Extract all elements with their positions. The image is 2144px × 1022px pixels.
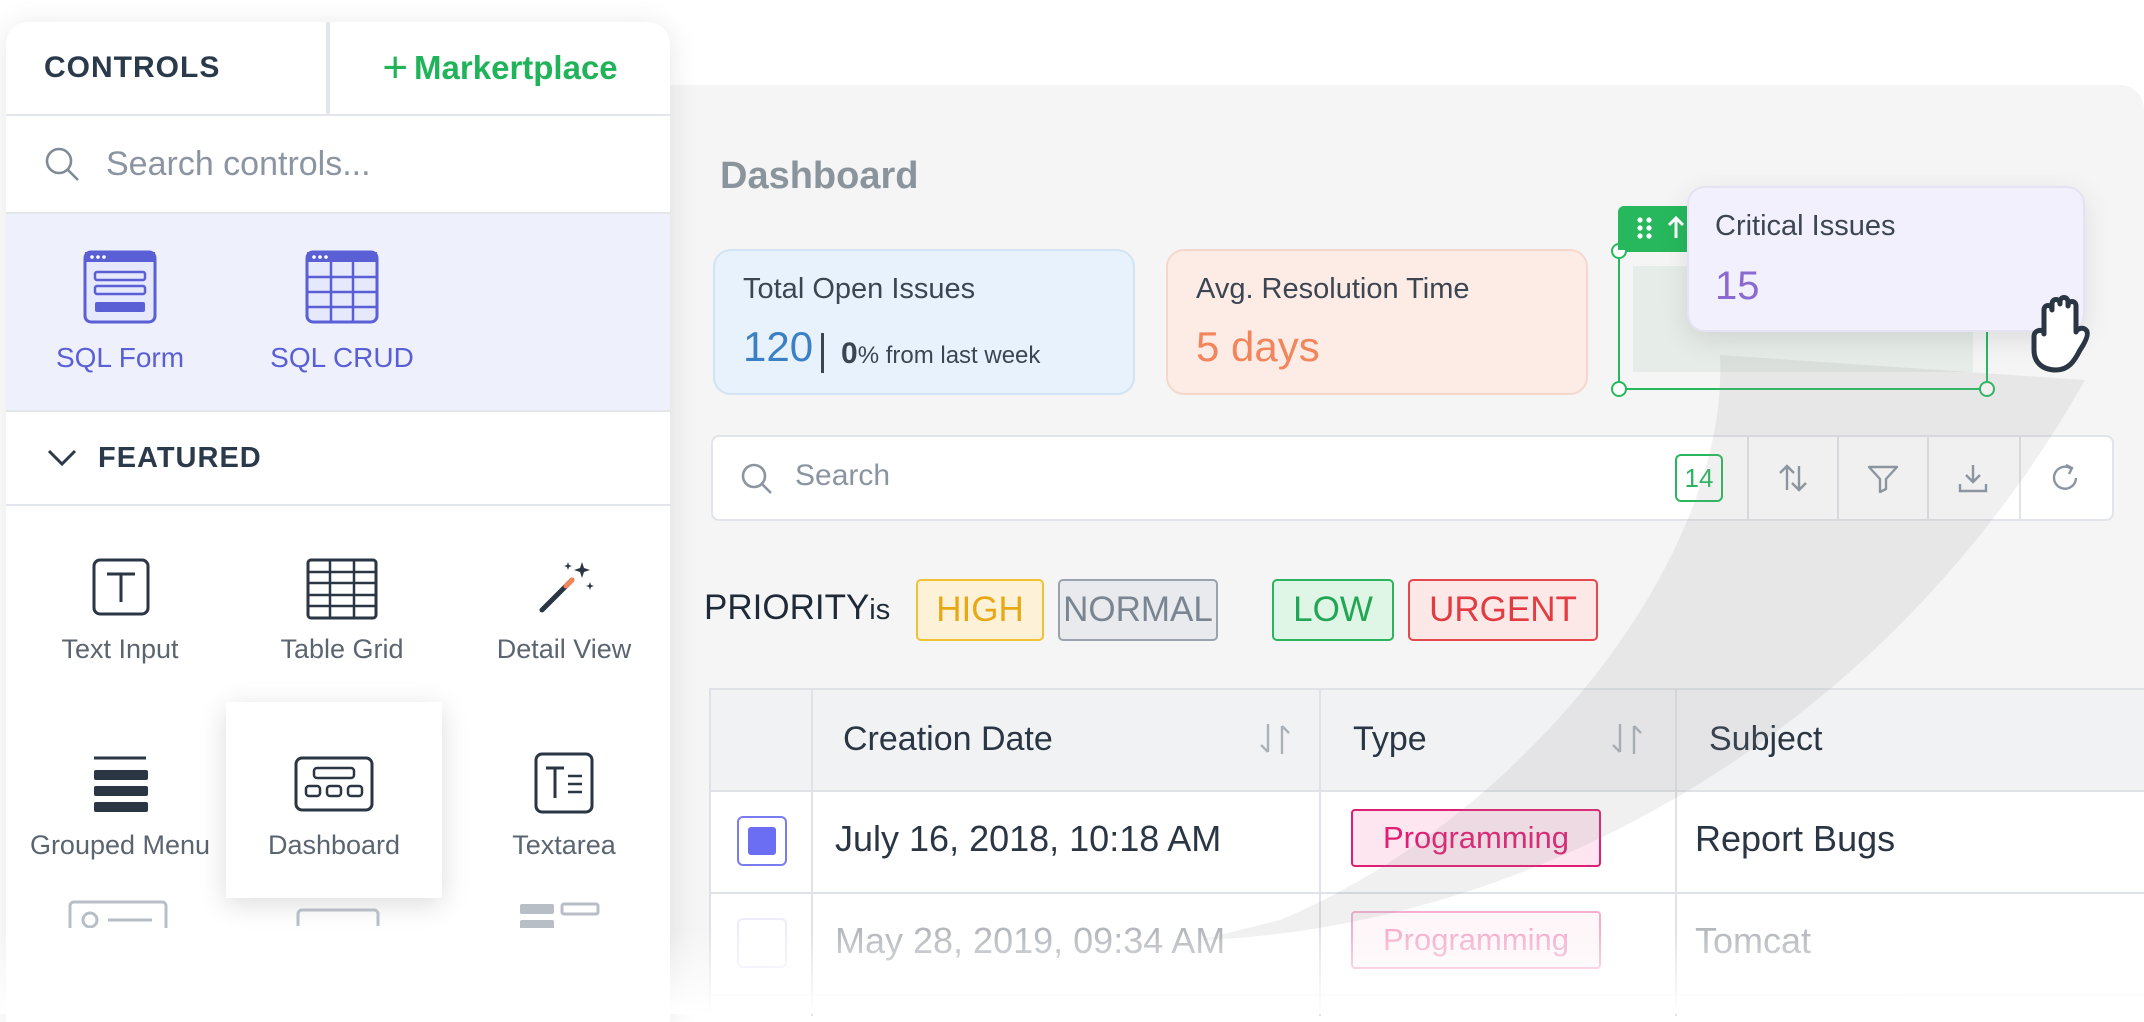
table-header: Creation Date Type Subject [711, 690, 2144, 792]
search-icon [45, 147, 79, 181]
control-label: SQL Form [55, 342, 185, 373]
tab-marketplace[interactable]: + Markertplace [330, 22, 670, 114]
table-grid-icon [306, 558, 378, 620]
magic-wand-icon [539, 562, 594, 613]
kpi-delta-value: 0 [841, 337, 858, 370]
panel-tabs: CONTROLS + Markertplace [6, 22, 670, 116]
controls-search-input[interactable]: Search controls... [106, 145, 371, 184]
grab-hand-cursor-icon [2031, 295, 2090, 373]
control-label: Dashboard [267, 830, 401, 860]
filter-chip-urgent[interactable]: URGENT [1408, 579, 1598, 641]
download-button[interactable] [1929, 437, 2017, 519]
filter-chip-high[interactable]: HIGH [916, 579, 1044, 641]
kpi-card-title: Avg. Resolution Time [1196, 273, 1470, 305]
control-detail-view[interactable]: Detail View [456, 506, 670, 702]
column-header-type[interactable]: Type [1353, 720, 1427, 759]
featured-label: FEATURED [98, 441, 262, 474]
control-label: Text Input [61, 634, 179, 664]
cell-subject: Report Bugs [1695, 818, 1896, 859]
kpi-card-title: Total Open Issues [743, 273, 976, 305]
table-toolbar: Search 14 [711, 435, 2114, 521]
kpi-card-value: 5 days [1196, 323, 1320, 370]
controls-search[interactable]: Search controls... [6, 116, 670, 214]
refresh-icon [2052, 463, 2078, 490]
control-dashboard[interactable]: Dashboard [226, 702, 442, 898]
sort-icon [1779, 464, 1807, 492]
id-card-icon [68, 900, 168, 928]
plus-icon: + [382, 43, 409, 92]
sql-crud-icon [305, 250, 379, 324]
filter-chip-normal[interactable]: NORMAL [1058, 579, 1218, 641]
cell-creation-date: May 28, 2019, 09:34 AM [835, 920, 1226, 961]
grouped-menu-icon [94, 756, 148, 812]
filter-button[interactable] [1839, 437, 1927, 519]
kpi-delta-text: % from last week [857, 342, 1041, 369]
cell-subject: Tomcat [1695, 920, 1812, 961]
tab-marketplace-label: Markertplace [414, 49, 618, 86]
sql-controls: SQL Form SQL CRUD [6, 214, 670, 412]
row-checkbox[interactable] [737, 816, 787, 866]
control-sql-form[interactable]: SQL Form [20, 214, 220, 410]
filter-field: PRIORITY [704, 588, 870, 627]
control-label: SQL CRUD [270, 342, 414, 373]
column-header-subject[interactable]: Subject [1709, 720, 1822, 759]
kpi-card-open-issues[interactable]: Total Open Issues 120 0% from last week [713, 249, 1135, 395]
textarea-icon [534, 752, 594, 814]
layout-icon [520, 902, 600, 928]
control-label: Table Grid [280, 634, 404, 664]
featured-section-header[interactable]: FEATURED [6, 412, 670, 506]
search-icon [741, 463, 772, 494]
chevron-down-icon [47, 449, 77, 467]
drag-toolbar[interactable] [1618, 206, 1698, 250]
column-header-creation-date[interactable]: Creation Date [843, 720, 1053, 759]
kpi-card-delta: 0% from last week [841, 337, 1040, 371]
featured-controls-grid: Text Input Table Grid Detail View Groupe… [6, 506, 670, 928]
resize-handle[interactable] [1979, 381, 1995, 397]
sort-icon[interactable] [1609, 720, 1645, 758]
tab-controls[interactable]: CONTROLS [6, 22, 326, 114]
cell-creation-date: July 16, 2018, 10:18 AM [835, 818, 1222, 859]
text-input-icon [92, 558, 150, 616]
control-grouped-menu[interactable]: Grouped Menu [12, 702, 228, 898]
control-label: Detail View [496, 634, 632, 664]
filter-chip-low[interactable]: LOW [1272, 579, 1394, 641]
dashboard-icon [294, 756, 374, 812]
sort-button[interactable] [1749, 437, 1837, 519]
kpi-card-title: Critical Issues [1715, 210, 1896, 242]
resize-handle[interactable] [1611, 381, 1627, 397]
page-title: Dashboard [720, 155, 919, 197]
controls-panel: CONTROLS + Markertplace Search controls..… [6, 22, 670, 1022]
result-count-badge: 14 [1675, 454, 1723, 502]
table-search-input[interactable]: Search [795, 459, 890, 493]
window-icon [296, 908, 380, 926]
control-sql-crud[interactable]: SQL CRUD [242, 214, 442, 410]
control-textarea[interactable]: Textarea [456, 702, 670, 898]
control-text-input[interactable]: Text Input [12, 506, 228, 702]
row-checkbox[interactable] [737, 918, 787, 968]
sql-form-icon [83, 250, 157, 324]
type-tag: Programming [1351, 809, 1601, 867]
table-row[interactable]: May 28, 2019, 09:34 AM Programming Tomca… [711, 892, 2144, 996]
filter-label: PRIORITYis [704, 588, 890, 628]
filter-icon [1867, 465, 1899, 494]
refresh-button[interactable] [2021, 437, 2109, 519]
divider [821, 333, 824, 373]
download-icon [1958, 465, 1988, 493]
data-table: Creation Date Type Subject July 16, 2018… [709, 688, 2144, 1016]
control-label: Textarea [512, 830, 616, 860]
type-tag: Programming [1351, 911, 1601, 969]
drag-grip-icon[interactable] [1618, 206, 1698, 250]
kpi-card-resolution-time[interactable]: Avg. Resolution Time 5 days [1166, 249, 1588, 395]
kpi-card-value: 15 [1715, 264, 1760, 308]
control-table-grid[interactable]: Table Grid [234, 506, 450, 702]
sort-icon[interactable] [1257, 720, 1293, 758]
filter-operator: is [869, 594, 891, 626]
kpi-card-value: 120 [743, 323, 814, 370]
table-row[interactable]: July 16, 2018, 10:18 AM Programming Repo… [711, 790, 2144, 894]
